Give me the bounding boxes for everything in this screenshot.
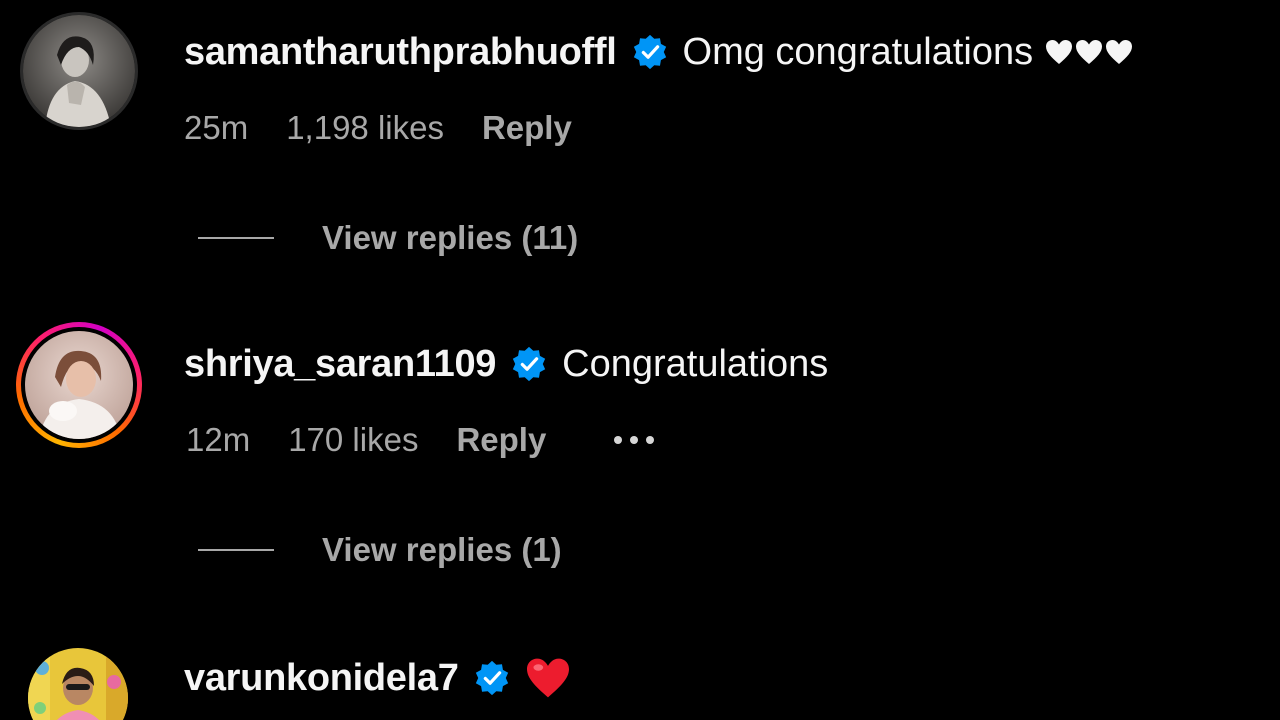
verified-badge-icon [633,34,666,70]
view-replies-label: View replies (1) [322,531,562,568]
red-heart-icon [526,658,569,698]
comment-item: samantharuthprabhuoffl Omg congratulatio… [0,0,1280,290]
avatar-image [25,331,133,439]
comment-header: varunkonidela7 [184,654,571,702]
white-heart-icon [1076,40,1103,64]
like-count[interactable]: 170 likes [288,421,418,459]
more-options-icon[interactable] [614,436,655,444]
view-replies-label: View replies (11) [322,219,579,256]
avatar-ring-gap [21,327,137,443]
timestamp: 12m [186,421,251,458]
comment-item: varunkonidela7 [0,600,1280,720]
comment-text: Omg congratulations [682,30,1034,73]
replies-divider [198,237,274,239]
like-count[interactable]: 1,198 likes [286,109,444,147]
avatar[interactable] [16,322,142,448]
username[interactable]: samantharuthprabhuoffl [184,31,617,74]
comment-meta: 25m 1,198 likes Reply [184,108,610,148]
avatar[interactable] [28,648,128,720]
view-replies-button[interactable]: View replies (1) [198,528,562,572]
avatar[interactable] [20,12,138,130]
reply-button[interactable]: Reply [456,421,546,459]
verified-badge-icon [475,660,508,696]
username[interactable]: shriya_saran1109 [184,343,496,386]
verified-badge-icon [512,346,546,382]
username[interactable]: varunkonidela7 [184,657,459,700]
timestamp: 25m [184,109,249,146]
view-replies-button[interactable]: View replies (11) [198,216,578,260]
avatar-image [28,648,128,720]
replies-divider [198,549,274,551]
comments-feed: samantharuthprabhuoffl Omg congratulatio… [0,0,1280,720]
white-heart-icon [1106,40,1133,64]
comment-meta: 12m 170 likes Reply [186,420,692,460]
comment-header: samantharuthprabhuoffl Omg congratulatio… [184,28,1133,76]
avatar-image [23,15,135,127]
reply-button[interactable]: Reply [482,109,572,147]
comment-text: Congratulations [562,342,829,385]
comment-item: shriya_saran1109 Congratulations 12m 170… [0,300,1280,600]
comment-header: shriya_saran1109 Congratulations [184,340,828,388]
white-heart-icon [1046,40,1073,64]
white-hearts-emoji [1045,39,1133,65]
